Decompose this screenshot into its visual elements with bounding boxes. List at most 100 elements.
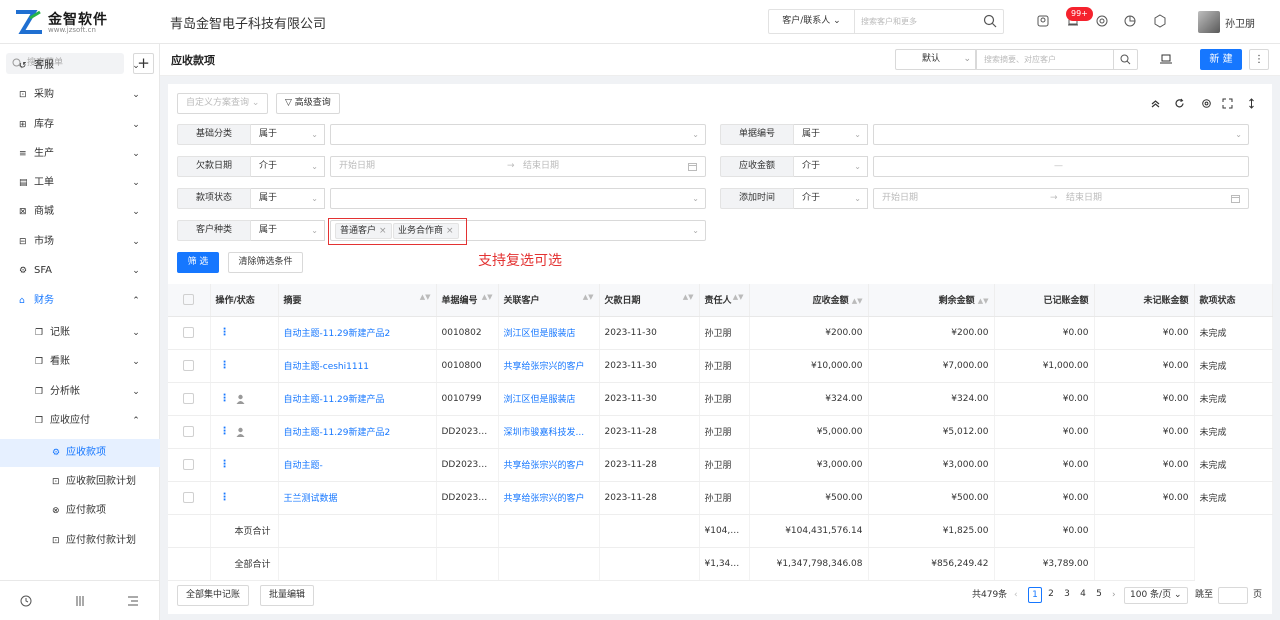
- page-size-select[interactable]: 100 条/页 ⌄: [1124, 587, 1188, 604]
- row-actions[interactable]: ⋮: [210, 316, 279, 350]
- sidebar-item-16[interactable]: ⊡ 应付款付款计划: [0, 527, 160, 555]
- sidebar-item-2[interactable]: ⊞ 库存 ⌄: [0, 111, 160, 139]
- table-row[interactable]: ⋮ 自动主题-11.29新建产品 0010799 浏江区但是服装店 2023-11-30…: [168, 382, 1273, 416]
- row-actions[interactable]: ⋮: [210, 448, 279, 482]
- more-actions-icon[interactable]: ⋮: [220, 360, 230, 371]
- customer-link[interactable]: 共享给张宗兴的客户: [498, 481, 600, 515]
- page-button[interactable]: 4: [1076, 587, 1090, 603]
- row-checkbox[interactable]: [168, 415, 211, 449]
- row-checkbox[interactable]: [168, 382, 211, 416]
- sidebar-item-1[interactable]: ⊡ 采购 ⌄: [0, 81, 160, 109]
- sort-icon[interactable]: ▲▼: [420, 293, 431, 301]
- settings-icon[interactable]: [1201, 98, 1212, 109]
- customer-link[interactable]: 深圳市骏嘉科技发...: [498, 415, 600, 449]
- refresh-icon[interactable]: [1174, 98, 1185, 109]
- laptop-icon[interactable]: [1160, 53, 1172, 65]
- user-name[interactable]: 孙卫朋: [1225, 15, 1255, 30]
- filter-operator-select[interactable]: 属于 ⌄: [794, 124, 868, 145]
- col-owner[interactable]: 责任人 ▲▼: [699, 284, 750, 317]
- row-actions[interactable]: ⋮: [210, 349, 279, 383]
- page-button[interactable]: 2: [1044, 587, 1058, 603]
- column-height-icon[interactable]: [1246, 98, 1257, 109]
- filter-value-field[interactable]: ⌄: [873, 124, 1249, 145]
- more-actions-icon[interactable]: ⋮: [220, 492, 230, 503]
- col-summary[interactable]: 摘要 ▲▼: [278, 284, 437, 317]
- customer-link[interactable]: 浏江区但是服装店: [498, 382, 600, 416]
- page-search-button[interactable]: [1113, 50, 1137, 69]
- more-actions-icon[interactable]: ⋮: [220, 393, 230, 404]
- row-actions[interactable]: ⋮: [210, 415, 279, 449]
- logo[interactable]: 金智软件 www.jzsoft.cn: [14, 8, 154, 36]
- row-actions[interactable]: ⋮: [210, 382, 279, 416]
- summary-link[interactable]: 自动主题-11.29新建产品: [278, 382, 437, 416]
- filter-operator-select[interactable]: 属于 ⌄: [251, 188, 325, 209]
- page-button[interactable]: 3: [1060, 587, 1074, 603]
- collapse-up-icon[interactable]: [1150, 98, 1161, 109]
- custom-query-select[interactable]: 自定义方案查询 ⌄: [177, 93, 269, 114]
- filter-value-field[interactable]: ⌄: [330, 124, 706, 145]
- filter-operator-select[interactable]: 介于 ⌄: [794, 188, 868, 209]
- row-actions[interactable]: ⋮: [210, 481, 279, 515]
- summary-link[interactable]: 自动主题-ceshi1111: [278, 349, 437, 383]
- table-row[interactable]: ⋮ 自动主题-11.29新建产品2 0010802 浏江区但是服装店 2023-11-3…: [168, 316, 1273, 350]
- avatar[interactable]: [1198, 11, 1220, 33]
- chevron-down-icon[interactable]: ⌄: [131, 378, 141, 406]
- sort-icon[interactable]: ▲▼: [583, 293, 594, 301]
- batch-book-button[interactable]: 全部集中记账: [177, 585, 250, 606]
- filter-value-field[interactable]: 开始日期 → 结束日期: [330, 156, 706, 177]
- chart-pie-icon[interactable]: [1123, 14, 1137, 28]
- chevron-down-icon[interactable]: ⌄: [131, 111, 141, 139]
- sidebar-item-8[interactable]: ⌂ 财务 ⌃: [0, 287, 160, 315]
- more-actions-icon[interactable]: ⋮: [220, 426, 230, 437]
- global-search-input[interactable]: 搜索客户和更多: [861, 10, 917, 33]
- summary-link[interactable]: 自动主题-11.29新建产品2: [278, 415, 437, 449]
- filter-button[interactable]: 筛 选: [177, 252, 219, 273]
- sort-icon[interactable]: ▲▼: [978, 297, 989, 305]
- cube-icon[interactable]: [1153, 14, 1167, 28]
- sort-icon[interactable]: ▲▼: [852, 297, 863, 305]
- page-button[interactable]: 1: [1028, 587, 1042, 603]
- sidebar-item-12[interactable]: ❐ 应收应付 ⌃: [0, 407, 160, 435]
- chevron-down-icon[interactable]: ⌄: [131, 228, 141, 256]
- chevron-down-icon[interactable]: ⌄: [131, 140, 141, 168]
- more-actions-icon[interactable]: ⋮: [220, 327, 230, 338]
- page-search-input[interactable]: 搜索摘要、对应客户: [975, 49, 1138, 70]
- new-button[interactable]: 新 建: [1200, 49, 1242, 70]
- filter-value-field[interactable]: ⌄: [330, 188, 706, 209]
- chevron-down-icon[interactable]: ⌄: [131, 169, 141, 197]
- chevron-down-icon[interactable]: ⌄: [131, 257, 141, 285]
- filter-operator-select[interactable]: 介于 ⌄: [794, 156, 868, 177]
- prev-page-icon[interactable]: ‹: [1014, 587, 1018, 603]
- search-type-select[interactable]: 客户/联系人 ⌄: [769, 10, 855, 33]
- global-search[interactable]: 客户/联系人 ⌄ 搜索客户和更多: [768, 9, 1004, 34]
- row-checkbox[interactable]: [168, 448, 211, 482]
- sidebar-item-3[interactable]: ≡ 生产 ⌄: [0, 140, 160, 168]
- history-icon[interactable]: [20, 595, 32, 607]
- clear-filter-button[interactable]: 清除筛选条件: [228, 252, 303, 273]
- row-checkbox[interactable]: [168, 316, 211, 350]
- customer-link[interactable]: 共享给张宗兴的客户: [498, 448, 600, 482]
- more-button[interactable]: ⋮: [1249, 49, 1269, 70]
- sort-icon[interactable]: ▲▼: [683, 293, 694, 301]
- filter-operator-select[interactable]: 属于 ⌄: [251, 124, 325, 145]
- chevron-down-icon[interactable]: ⌄: [131, 52, 141, 80]
- summary-link[interactable]: 自动主题-11.29新建产品2: [278, 316, 437, 350]
- select-all-checkbox[interactable]: [168, 284, 211, 317]
- sidebar-item-4[interactable]: ▤ 工单 ⌄: [0, 169, 160, 197]
- batch-edit-button[interactable]: 批量编辑: [260, 585, 315, 606]
- table-row[interactable]: ⋮ 自动主题- DD202311... 共享给张宗兴的客户 2023-11-28 孙卫朋 ¥…: [168, 448, 1273, 482]
- sidebar-item-0[interactable]: ↺ 客服 ⌄: [0, 52, 160, 80]
- filter-operator-select[interactable]: 属于 ⌄: [251, 220, 325, 241]
- chevron-up-icon[interactable]: ⌃: [131, 287, 141, 315]
- chevron-down-icon[interactable]: ⌄: [131, 81, 141, 109]
- filter-operator-select[interactable]: 介于 ⌄: [251, 156, 325, 177]
- sort-icon[interactable]: ▲▼: [733, 293, 744, 301]
- view-select[interactable]: 默认 ⌄: [895, 49, 977, 70]
- filter-value-field[interactable]: —: [873, 156, 1249, 177]
- page-jump-input[interactable]: [1218, 587, 1248, 604]
- advanced-query-button[interactable]: ▽ 高级查询: [276, 93, 340, 114]
- table-row[interactable]: ⋮ 自动主题-ceshi1111 0010800 共享给张宗兴的客户 2023-11-3…: [168, 349, 1273, 383]
- fullscreen-icon[interactable]: [1222, 98, 1233, 109]
- sidebar-item-7[interactable]: ⚙ SFA ⌄: [0, 257, 160, 285]
- col-date[interactable]: 欠款日期 ▲▼: [599, 284, 700, 317]
